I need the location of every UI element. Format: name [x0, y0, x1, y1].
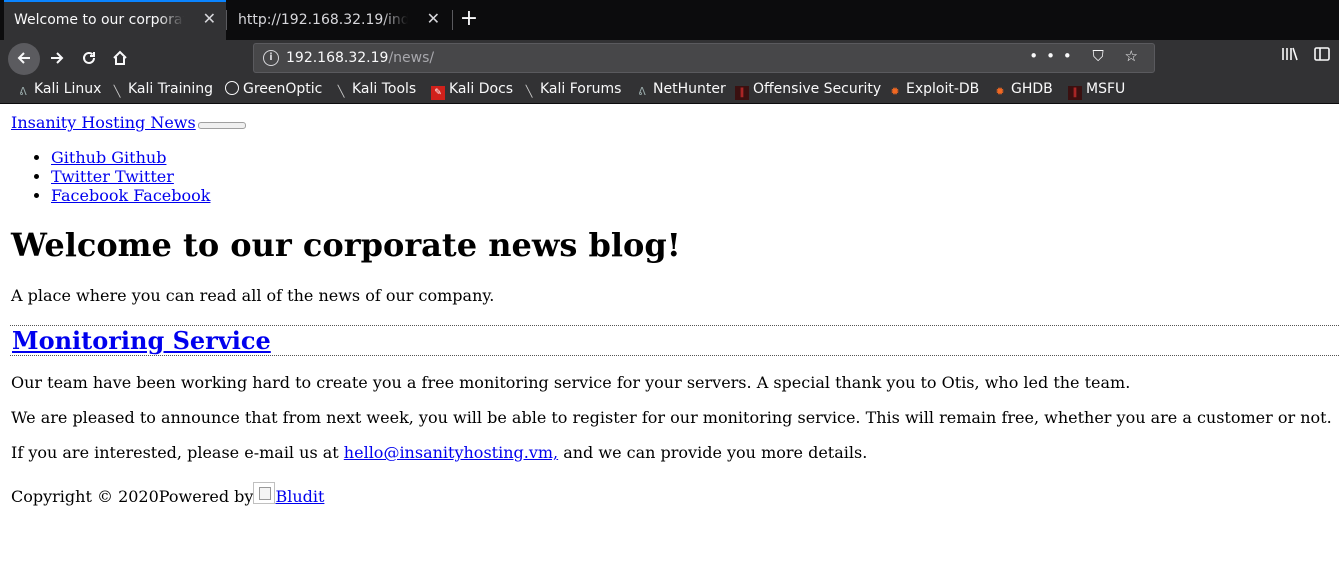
- tab-strip: Welcome to our corporate news blog! ✕ ht…: [0, 0, 1339, 40]
- contact-text: and we can provide you more details.: [558, 443, 868, 462]
- close-tab-icon[interactable]: ✕: [427, 11, 440, 27]
- web-page: Insanity Hosting News Github Github Twit…: [0, 104, 1339, 578]
- globe-icon: [225, 81, 239, 95]
- post-paragraph: We are pleased to announce that from nex…: [11, 408, 1332, 427]
- bookmark-kali-tools[interactable]: ╲ Kali Tools: [334, 81, 417, 99]
- social-nav-list: Github Github Twitter Twitter Facebook F…: [32, 148, 210, 205]
- reload-icon[interactable]: [74, 44, 104, 74]
- footer: Copyright © 2020Powered by Bludit: [11, 482, 324, 506]
- copyright-text: Copyright © 2020Powered by: [11, 487, 254, 506]
- bookmark-label: GHDB: [1011, 81, 1053, 97]
- bludit-link[interactable]: Bludit: [275, 487, 324, 506]
- url-bar[interactable]: i 192.168.32.19/news/ ••• ⛉ ☆: [253, 43, 1155, 73]
- bookmark-exploit-db[interactable]: ✹ Exploit-DB: [888, 81, 979, 99]
- bookmark-label: Exploit-DB: [906, 81, 980, 97]
- broken-image-icon: [253, 482, 276, 504]
- home-icon[interactable]: [105, 44, 135, 74]
- post-paragraph-contact: If you are interested, please e-mail us …: [11, 443, 867, 462]
- contact-text: If you are interested, please e-mail us …: [11, 443, 344, 462]
- kali-dragon-icon: ╲: [337, 85, 345, 98]
- bookmark-kali-forums[interactable]: ╲ Kali Forums: [522, 81, 622, 99]
- url-host: 192.168.32.19: [286, 50, 389, 66]
- bookmarks-toolbar: ᕕ Kali Linux ╲ Kali Training GreenOptic ╲ K…: [0, 78, 1339, 104]
- kali-dragon-icon: ᕕ: [19, 85, 27, 98]
- email-link[interactable]: hello@insanityhosting.vm,: [344, 443, 558, 462]
- tab-active[interactable]: Welcome to our corporate news blog! ✕: [4, 0, 226, 40]
- tab-title: Welcome to our corporate news blog!: [14, 12, 184, 28]
- kali-dragon-icon: ╲: [525, 85, 533, 98]
- site-brand-link[interactable]: Insanity Hosting News: [11, 113, 196, 132]
- exploitdb-icon: ✹: [890, 85, 900, 98]
- back-arrow-icon[interactable]: [8, 43, 40, 75]
- tab-divider: [452, 10, 453, 30]
- bookmark-msfu[interactable]: ‖ MSFU: [1068, 81, 1125, 100]
- post-title-link[interactable]: Monitoring Service: [12, 326, 271, 356]
- twitter-link[interactable]: Twitter Twitter: [51, 167, 174, 186]
- post-header: Monitoring Service: [10, 325, 1339, 356]
- post-paragraph: Our team have been working hard to creat…: [11, 373, 1131, 392]
- bookmark-kali-docs[interactable]: ✎ Kali Docs: [431, 81, 513, 100]
- bookmark-label: Offensive Security: [753, 81, 882, 97]
- offsec-icon: ‖: [735, 86, 749, 100]
- kali-docs-icon: ✎: [431, 86, 445, 100]
- bookmark-kali-training[interactable]: ╲ Kali Training: [110, 81, 213, 99]
- navbar-toggle-button[interactable]: [198, 122, 246, 129]
- page-actions-icons[interactable]: ••• ⛉ ☆: [1029, 47, 1146, 65]
- page-title: Welcome to our corporate news blog!: [11, 226, 681, 264]
- bookmark-label: Kali Tools: [352, 81, 417, 97]
- bookmark-label: Kali Linux: [34, 81, 102, 97]
- bookmark-label: MSFU: [1086, 81, 1126, 97]
- list-item: Facebook Facebook: [51, 186, 210, 205]
- bookmark-kali-linux[interactable]: ᕕ Kali Linux: [16, 81, 101, 99]
- bookmark-label: Kali Forums: [540, 81, 622, 97]
- url-text: 192.168.32.19/news/: [286, 50, 434, 66]
- url-path: /news/: [388, 50, 435, 66]
- bookmark-nethunter[interactable]: ᕕ NetHunter: [635, 81, 726, 99]
- site-tagline: A place where you can read all of the ne…: [11, 286, 495, 305]
- list-item: Twitter Twitter: [51, 167, 210, 186]
- facebook-link[interactable]: Facebook Facebook: [51, 186, 210, 205]
- bookmark-label: NetHunter: [653, 81, 726, 97]
- bookmark-ghdb[interactable]: ✹ GHDB: [993, 81, 1053, 99]
- bookmark-label: Kali Docs: [449, 81, 514, 97]
- nethunter-icon: ᕕ: [638, 85, 646, 98]
- offsec-icon: ‖: [1068, 86, 1082, 100]
- bookmark-greenoptic[interactable]: GreenOptic: [225, 81, 322, 97]
- exploitdb-icon: ✹: [995, 85, 1005, 98]
- github-link[interactable]: Github Github: [51, 148, 166, 167]
- navigation-toolbar: i 192.168.32.19/news/ ••• ⛉ ☆: [0, 40, 1339, 78]
- forward-arrow-icon[interactable]: [42, 44, 72, 74]
- site-info-icon[interactable]: i: [263, 50, 279, 66]
- tab-title: http://192.168.32.19/index.html: [238, 12, 408, 28]
- kali-dragon-icon: ╲: [113, 85, 121, 98]
- list-item: Github Github: [51, 148, 210, 167]
- bookmark-label: GreenOptic: [243, 81, 323, 97]
- sidebar-icon[interactable]: [1313, 45, 1331, 67]
- bookmark-label: Kali Training: [128, 81, 213, 97]
- tab-inactive[interactable]: http://192.168.32.19/index.html ✕: [228, 0, 450, 40]
- bookmark-offensive-security[interactable]: ‖ Offensive Security: [735, 81, 881, 100]
- close-tab-icon[interactable]: ✕: [203, 11, 216, 27]
- library-icon[interactable]: [1281, 45, 1299, 67]
- new-tab-icon[interactable]: +: [457, 7, 481, 31]
- tab-divider: [226, 10, 227, 30]
